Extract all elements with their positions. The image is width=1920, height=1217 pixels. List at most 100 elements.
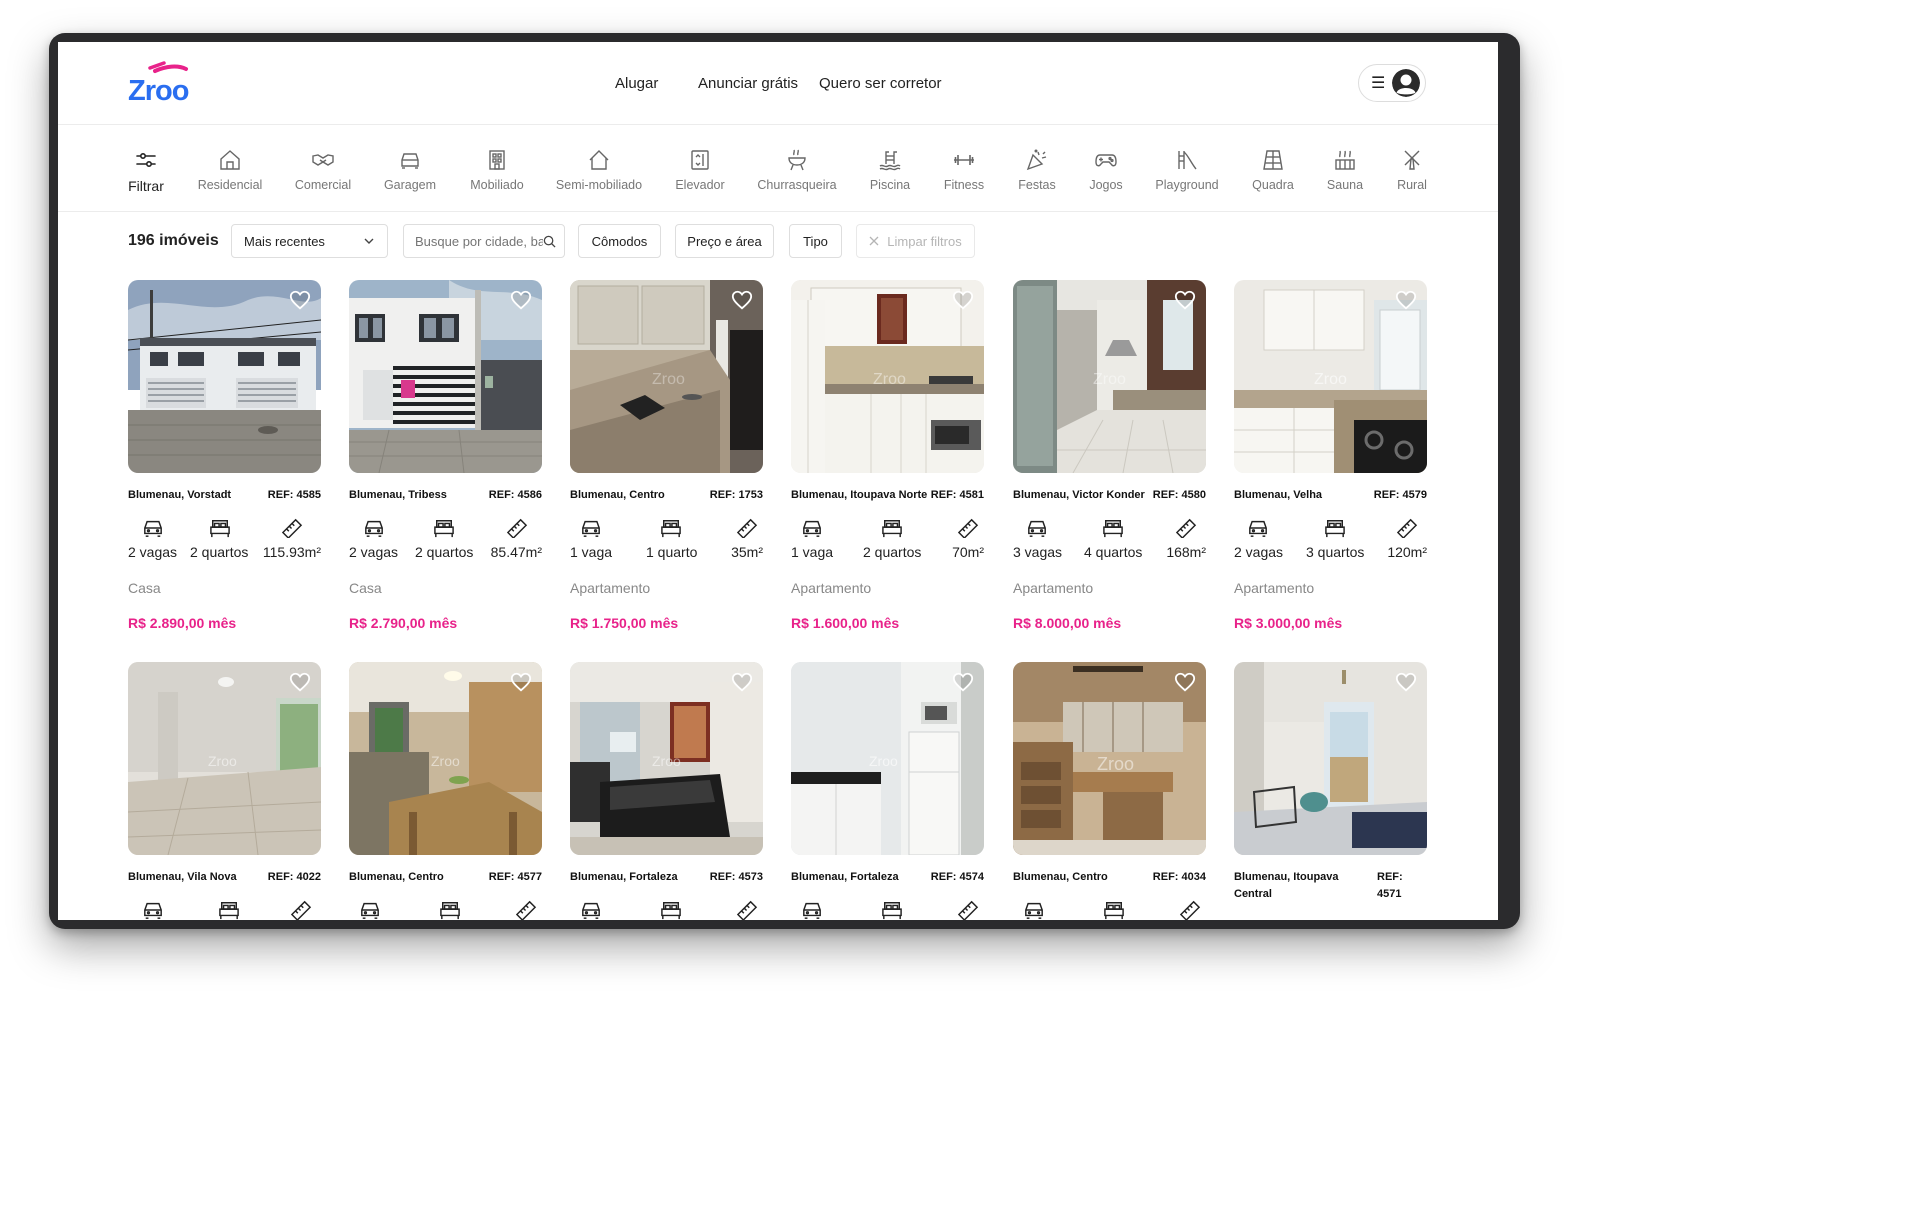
category-bar: Filtrar Residencial Comercial Garagem Mo… <box>58 125 1498 212</box>
car-icon <box>144 902 162 919</box>
heart-icon[interactable] <box>1395 289 1417 311</box>
price-area-filter-button[interactable]: Preço e área <box>675 224 774 258</box>
ruler-icon <box>1179 900 1201 920</box>
zroo-logo[interactable]: Zroo <box>128 60 192 104</box>
search-box[interactable] <box>403 224 565 258</box>
category-label: Festas <box>1018 178 1056 192</box>
category-label: Filtrar <box>128 178 164 194</box>
listing-photo[interactable]: Zroo <box>1234 280 1427 473</box>
svg-text:Zroo: Zroo <box>652 371 685 388</box>
top-navigation: Zroo Alugar Anunciar grátis Quero ser co… <box>58 42 1498 125</box>
listing-photo[interactable] <box>128 280 321 473</box>
ruler-icon <box>290 900 312 920</box>
category-semi-mobiliado[interactable]: Semi-mobiliado <box>554 125 644 211</box>
category-label: Sauna <box>1326 178 1364 192</box>
slide-icon <box>1178 151 1197 170</box>
search-input[interactable] <box>415 233 543 249</box>
listing-location: Blumenau, Centro <box>1013 871 1108 883</box>
listing-photo[interactable]: Zroo <box>791 280 984 473</box>
nav-alugar-link[interactable]: Alugar <box>615 42 658 124</box>
listing-type: Apartamento <box>1013 580 1094 596</box>
ruler-icon <box>281 518 303 538</box>
sliders-icon <box>136 153 156 168</box>
category-sauna[interactable]: Sauna <box>1325 125 1365 211</box>
listing-photo[interactable]: Zroo <box>1013 662 1206 855</box>
nav-anunciar-link[interactable]: Anunciar grátis <box>698 42 798 124</box>
category-garagem[interactable]: Garagem <box>382 125 438 211</box>
heart-icon[interactable] <box>731 671 753 693</box>
listing-bedrooms: 2 quartos <box>415 544 474 560</box>
listing-photo[interactable]: Zroo <box>570 662 763 855</box>
nav-corretor-link[interactable]: Quero ser corretor <box>819 42 942 124</box>
listing-photo[interactable]: Zroo <box>1013 280 1206 473</box>
listing-photo[interactable]: Zroo <box>128 662 321 855</box>
listing-ref: REF: 4574 <box>930 871 984 883</box>
category-comercial[interactable]: Comercial <box>291 125 355 211</box>
bed-icon <box>1325 520 1345 538</box>
heart-icon[interactable] <box>952 671 974 693</box>
category-elevador[interactable]: Elevador <box>672 125 728 211</box>
listing-photo[interactable] <box>1234 662 1427 855</box>
category-quadra[interactable]: Quadra <box>1250 125 1296 211</box>
listing-photo[interactable]: Zroo <box>349 662 542 855</box>
type-filter-button[interactable]: Tipo <box>789 224 842 258</box>
listing-location: Blumenau, Victor Konder <box>1013 489 1145 501</box>
user-menu-button[interactable]: ☰ <box>1358 64 1426 102</box>
listing-ref: REF: 4022 <box>267 871 321 883</box>
svg-text:Zroo: Zroo <box>873 371 906 388</box>
clear-filters-label: Limpar filtros <box>887 233 962 249</box>
heart-icon[interactable] <box>289 289 311 311</box>
category-fitness[interactable]: Fitness <box>941 125 987 211</box>
rooms-filter-button[interactable]: Cômodos <box>578 224 661 258</box>
pool-icon <box>879 151 901 171</box>
listing-price: R$ 2.790,00 mês <box>349 615 458 631</box>
listing-photo[interactable] <box>349 280 542 473</box>
listing-price: R$ 1.600,00 mês <box>791 615 900 631</box>
category-label: Churrasqueira <box>757 178 837 192</box>
grill-icon <box>788 149 806 171</box>
listing-location: Blumenau, Tribess <box>349 489 447 501</box>
ruler-icon <box>1175 518 1197 538</box>
category-jogos[interactable]: Jogos <box>1086 125 1126 211</box>
listing-price: R$ 1.750,00 mês <box>570 615 679 631</box>
car-icon <box>1249 520 1267 537</box>
category-filtrar[interactable]: Filtrar <box>124 125 168 211</box>
gamepad-icon <box>1095 154 1117 167</box>
listing-ref: REF: 4573 <box>709 871 763 883</box>
home-outline-icon <box>589 150 609 170</box>
category-playground[interactable]: Playground <box>1152 125 1222 211</box>
listing-ref: REF: 4586 <box>488 489 542 501</box>
category-mobiliado[interactable]: Mobiliado <box>468 125 526 211</box>
search-icon[interactable] <box>543 235 556 248</box>
car-icon <box>401 153 419 169</box>
bed-icon <box>661 902 681 920</box>
category-label: Garagem <box>383 178 437 192</box>
listing-location: Blumenau, Centro <box>570 489 665 501</box>
listing-ref: REF: 4580 <box>1152 489 1206 501</box>
category-rural[interactable]: Rural <box>1394 125 1430 211</box>
category-piscina[interactable]: Piscina <box>866 125 914 211</box>
category-festas[interactable]: Festas <box>1015 125 1059 211</box>
listing-location: Blumenau, Vila Nova <box>128 871 237 883</box>
heart-icon[interactable] <box>731 289 753 311</box>
svg-text:Zroo: Zroo <box>208 753 237 769</box>
bed-icon <box>1104 902 1124 920</box>
listing-bedrooms: 2 quartos <box>863 544 922 560</box>
heart-icon[interactable] <box>1395 671 1417 693</box>
car-icon <box>582 520 600 537</box>
ruler-icon <box>736 518 758 538</box>
heart-icon[interactable] <box>510 289 532 311</box>
listing-photo[interactable]: Zroo <box>791 662 984 855</box>
listing-photo[interactable]: Zroo <box>570 280 763 473</box>
category-churrasqueira[interactable]: Churrasqueira <box>754 125 840 211</box>
sort-select[interactable]: Mais recentes <box>231 224 388 258</box>
listing-parking: 1 vaga <box>791 544 834 560</box>
heart-icon[interactable] <box>952 289 974 311</box>
clear-filters-button[interactable]: Limpar filtros <box>856 224 975 258</box>
heart-icon[interactable] <box>510 671 532 693</box>
heart-icon[interactable] <box>1174 671 1196 693</box>
browser-viewport: Zroo Alugar Anunciar grátis Quero ser co… <box>58 42 1498 920</box>
heart-icon[interactable] <box>1174 289 1196 311</box>
category-residencial[interactable]: Residencial <box>194 125 266 211</box>
heart-icon[interactable] <box>289 671 311 693</box>
